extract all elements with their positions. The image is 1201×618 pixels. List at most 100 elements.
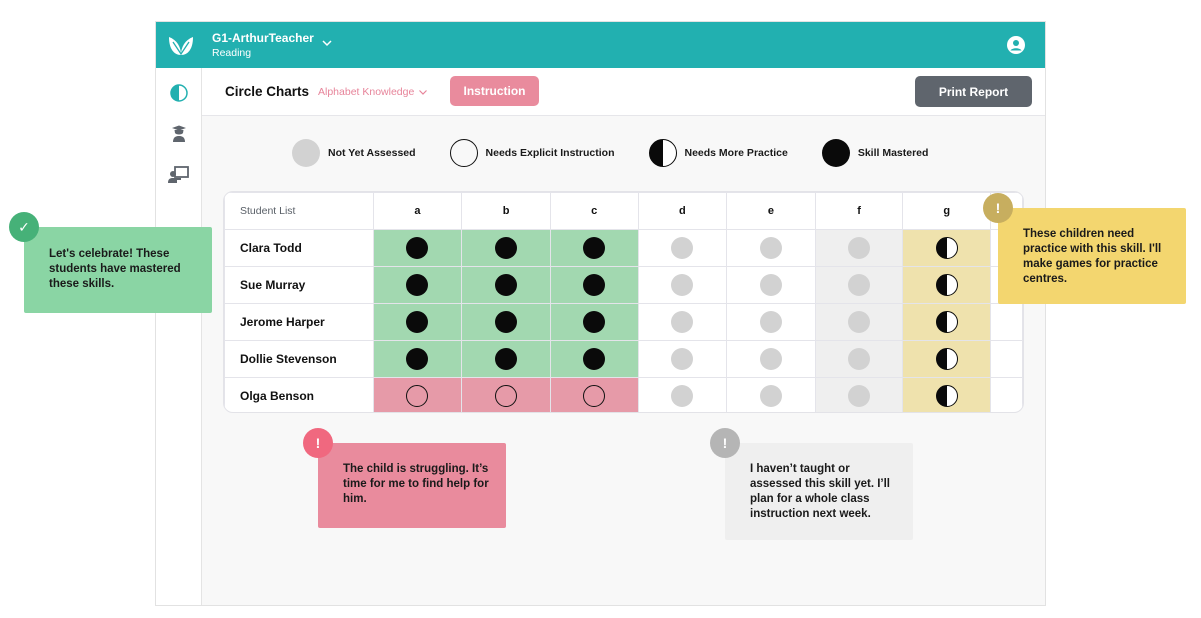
user-account-icon[interactable] bbox=[1007, 36, 1025, 54]
skill-mastered-icon bbox=[406, 311, 429, 333]
skill-cell[interactable] bbox=[726, 340, 816, 378]
sidebar bbox=[156, 68, 202, 605]
note-text: These children need practice with this s… bbox=[1023, 228, 1162, 285]
skill-mastered-icon bbox=[583, 348, 606, 370]
explicit-instruction-icon bbox=[449, 139, 478, 167]
skill-mastered-icon bbox=[495, 348, 518, 370]
skill-cell[interactable] bbox=[726, 303, 816, 341]
skill-cell[interactable] bbox=[549, 266, 639, 304]
chevron-down-icon[interactable] bbox=[321, 37, 333, 49]
skill-header-f[interactable]: f bbox=[814, 192, 904, 230]
skill-cell[interactable] bbox=[549, 340, 639, 378]
not-assessed-icon bbox=[848, 237, 871, 259]
skill-cell[interactable] bbox=[461, 303, 551, 341]
table-header-row: Student List abcdefg bbox=[224, 192, 1023, 230]
skill-cell[interactable] bbox=[637, 340, 728, 378]
class-name[interactable]: G1-ArthurTeacher bbox=[212, 31, 314, 45]
more-practice-icon bbox=[935, 311, 958, 333]
sidebar-item-teacher[interactable] bbox=[168, 123, 190, 145]
skill-cell[interactable] bbox=[372, 229, 463, 267]
student-name[interactable]: Sue Murray bbox=[224, 266, 374, 304]
skill-cell[interactable] bbox=[372, 303, 463, 341]
skill-header-c[interactable]: c bbox=[549, 192, 639, 230]
skill-cell[interactable] bbox=[461, 377, 551, 412]
skill-header-a[interactable]: a bbox=[372, 192, 463, 230]
sidebar-item-classroom[interactable] bbox=[168, 164, 190, 186]
not-assessed-icon bbox=[671, 385, 694, 407]
more-practice-icon bbox=[648, 139, 677, 167]
skill-cell[interactable] bbox=[902, 377, 992, 412]
student-name[interactable]: Clara Todd bbox=[224, 229, 374, 267]
skill-mastered-icon bbox=[495, 274, 518, 296]
skill-header-e[interactable]: e bbox=[726, 192, 816, 230]
leaf-logo-icon bbox=[169, 37, 193, 56]
skill-header-d[interactable]: d bbox=[637, 192, 728, 230]
skill-cell[interactable] bbox=[726, 229, 816, 267]
skill-cell[interactable] bbox=[372, 266, 463, 304]
alert-icon: ! bbox=[303, 428, 333, 458]
skill-cell[interactable] bbox=[637, 377, 728, 412]
student-name[interactable]: Dollie Stevenson bbox=[224, 340, 374, 378]
skill-mastered-icon bbox=[406, 237, 429, 259]
skill-cell[interactable] bbox=[902, 303, 992, 341]
legend-label: Not Yet Assessed bbox=[328, 147, 416, 159]
skill-cell[interactable] bbox=[372, 340, 463, 378]
skill-cell[interactable] bbox=[637, 303, 728, 341]
spacer-cell bbox=[990, 303, 1023, 341]
skill-cell[interactable] bbox=[902, 229, 992, 267]
page-header: Circle Charts Alphabet Knowledge Instruc… bbox=[202, 68, 1045, 116]
print-report-button[interactable]: Print Report bbox=[915, 76, 1032, 107]
skill-header-b[interactable]: b bbox=[461, 192, 551, 230]
circle-chart-icon bbox=[170, 84, 188, 102]
explicit-instruction-icon bbox=[495, 385, 518, 407]
skill-cell[interactable] bbox=[637, 229, 728, 267]
spacer-cell bbox=[990, 377, 1023, 412]
skill-cell[interactable] bbox=[814, 303, 904, 341]
not-assessed-icon bbox=[759, 348, 782, 370]
table-row: Jerome Harper bbox=[224, 303, 1023, 341]
skill-cell[interactable] bbox=[726, 377, 816, 412]
skill-mastered-icon bbox=[495, 311, 518, 333]
legend: Not Yet Assessed Needs Explicit Instruct… bbox=[292, 139, 962, 167]
top-bar: G1-ArthurTeacher Reading bbox=[156, 22, 1045, 68]
not-assessed-icon bbox=[292, 139, 320, 167]
skill-mastered-icon bbox=[406, 274, 429, 296]
skill-cell[interactable] bbox=[549, 377, 639, 412]
not-assessed-icon bbox=[848, 311, 871, 333]
classroom-board-icon bbox=[168, 166, 189, 183]
not-assessed-icon bbox=[671, 311, 694, 333]
alert-icon: ! bbox=[983, 193, 1013, 223]
not-assessed-icon bbox=[759, 274, 782, 296]
skill-cell[interactable] bbox=[814, 266, 904, 304]
skill-select[interactable]: Alphabet Knowledge bbox=[318, 86, 428, 98]
circle-chart-grid: Student List abcdefg Clara Todd Sue Murra… bbox=[223, 191, 1024, 413]
skill-cell[interactable] bbox=[902, 266, 992, 304]
skill-cell[interactable] bbox=[726, 266, 816, 304]
skill-cell[interactable] bbox=[461, 229, 551, 267]
student-skill-table: Student List abcdefg Clara Todd Sue Murra… bbox=[224, 192, 1023, 412]
more-practice-icon bbox=[935, 348, 958, 370]
skill-cell[interactable] bbox=[461, 340, 551, 378]
skill-cell[interactable] bbox=[372, 377, 463, 412]
not-assessed-icon bbox=[759, 385, 782, 407]
instruction-button[interactable]: Instruction bbox=[450, 76, 539, 106]
skill-header-g[interactable]: g bbox=[902, 192, 992, 230]
skill-cell[interactable] bbox=[814, 340, 904, 378]
skill-cell[interactable] bbox=[637, 266, 728, 304]
sidebar-item-circle-charts[interactable] bbox=[168, 82, 190, 104]
legend-item-mastered: Skill Mastered bbox=[821, 139, 929, 167]
skill-cell[interactable] bbox=[549, 303, 639, 341]
legend-label: Skill Mastered bbox=[857, 147, 929, 159]
skill-cell[interactable] bbox=[814, 229, 904, 267]
more-practice-icon bbox=[935, 274, 958, 296]
student-name[interactable]: Jerome Harper bbox=[224, 303, 374, 341]
skill-mastered-icon bbox=[583, 274, 606, 296]
student-name[interactable]: Olga Benson bbox=[224, 377, 374, 412]
skill-mastered-icon bbox=[583, 237, 606, 259]
note-text: I haven’t taught or assessed this skill … bbox=[750, 463, 890, 520]
not-assessed-icon bbox=[848, 385, 871, 407]
skill-cell[interactable] bbox=[902, 340, 992, 378]
skill-cell[interactable] bbox=[549, 229, 639, 267]
skill-cell[interactable] bbox=[814, 377, 904, 412]
skill-cell[interactable] bbox=[461, 266, 551, 304]
